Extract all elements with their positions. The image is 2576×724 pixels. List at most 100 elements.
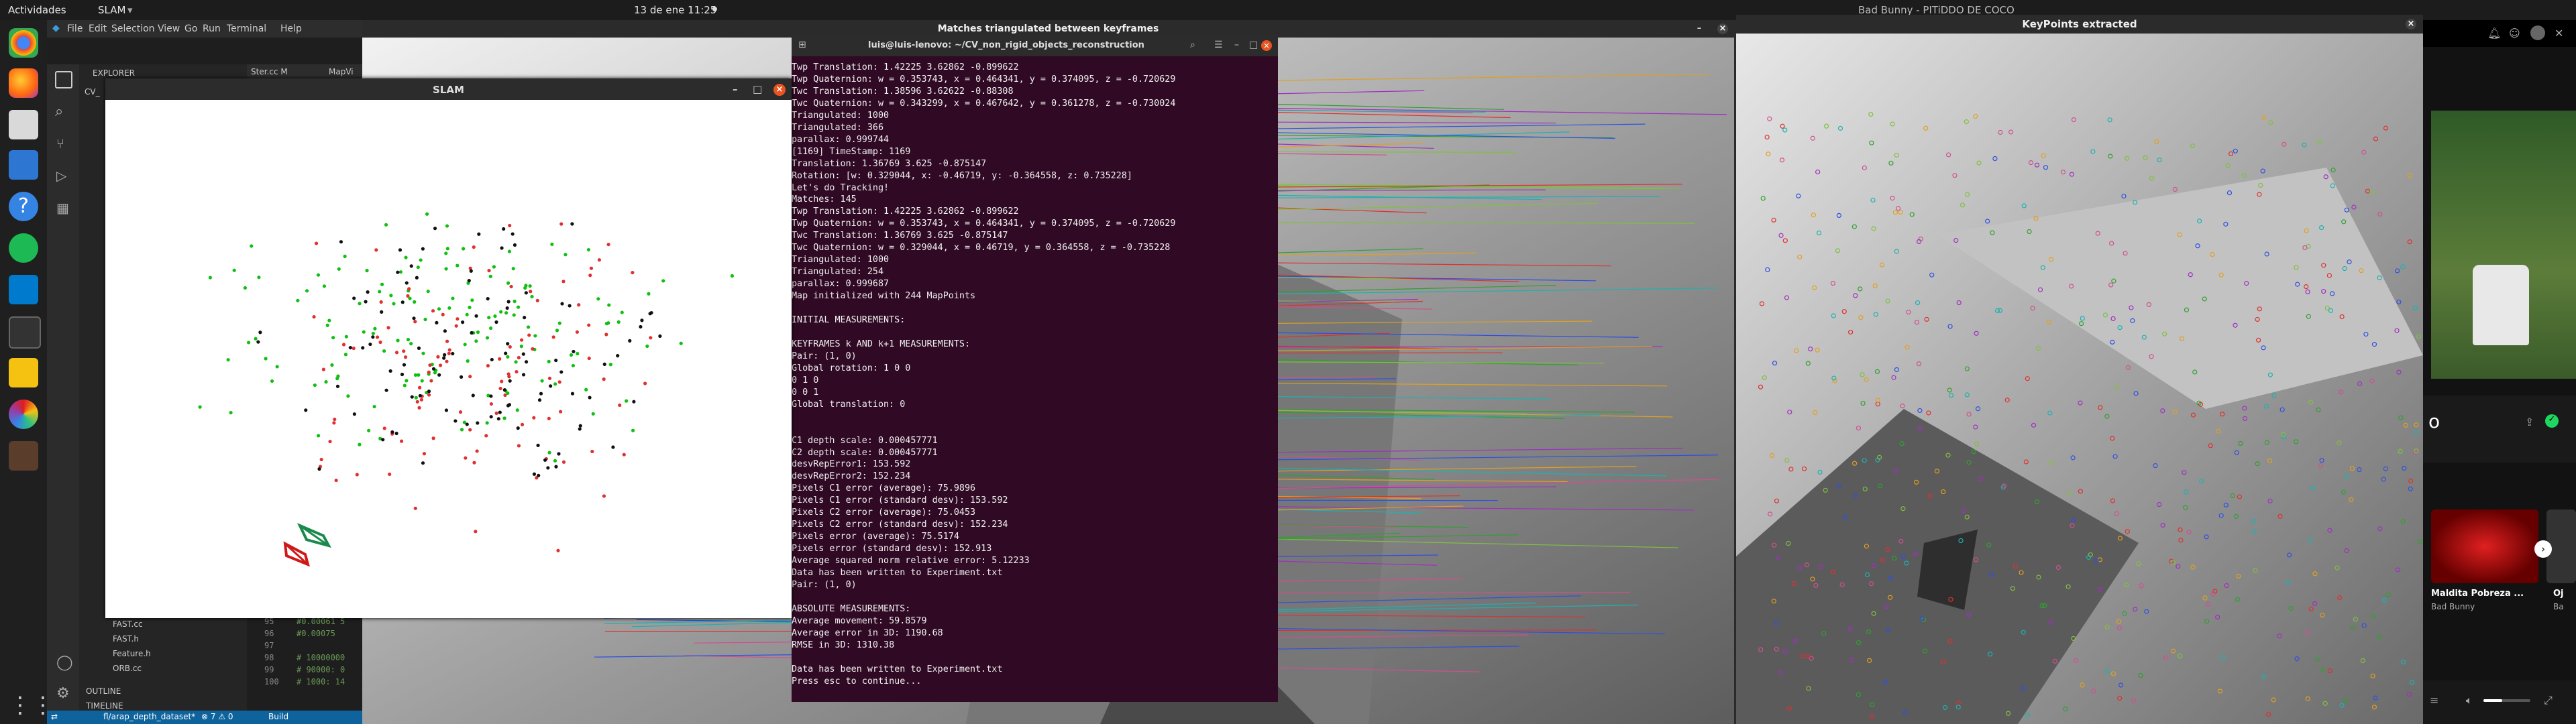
file-item[interactable]: ORB.cc: [113, 664, 142, 673]
map-viewer-canvas[interactable]: [105, 100, 792, 618]
fullscreen-icon[interactable]: ⤢: [2544, 694, 2553, 707]
map-point: [475, 449, 479, 453]
close-button[interactable]: ×: [1261, 40, 1272, 51]
writer-icon[interactable]: [9, 150, 38, 180]
clock[interactable]: 13 de ene 11:25: [634, 4, 716, 16]
map-point: [341, 343, 346, 347]
problems-count[interactable]: ⊗ 7 ⚠ 0: [201, 712, 233, 721]
new-tab-icon[interactable]: ⊞: [798, 40, 806, 50]
color-picker-icon[interactable]: [9, 400, 38, 429]
map-point: [423, 317, 427, 322]
spotify-icon[interactable]: [9, 233, 38, 263]
menu-edit[interactable]: Edit: [89, 23, 107, 34]
file-item[interactable]: FAST.cc: [113, 619, 143, 629]
close-button[interactable]: ×: [1717, 23, 1728, 34]
map-point: [371, 331, 375, 336]
close-icon[interactable]: ✕: [2555, 27, 2563, 40]
menu-run[interactable]: Run: [203, 23, 221, 34]
queue-icon[interactable]: ≡: [2430, 694, 2438, 707]
avatar[interactable]: [2530, 25, 2545, 40]
search-icon[interactable]: ⌕: [1190, 40, 1195, 50]
map-point: [498, 410, 502, 414]
maximize-button[interactable]: □: [753, 83, 762, 95]
map-point: [418, 385, 422, 389]
map-point: [433, 227, 437, 231]
album-title[interactable]: Maldita Pobreza ...: [2431, 589, 2524, 599]
menu-help[interactable]: Help: [280, 23, 302, 34]
map-point: [513, 243, 517, 247]
menu-terminal[interactable]: Terminal: [227, 23, 266, 34]
map-point: [643, 381, 647, 385]
project-root[interactable]: CV_: [85, 87, 100, 97]
explorer-icon[interactable]: [55, 71, 72, 88]
chevron-right-icon[interactable]: ›: [2534, 540, 2552, 558]
minimize-button[interactable]: –: [733, 83, 738, 95]
files-icon[interactable]: [9, 110, 38, 139]
map-point: [500, 379, 504, 383]
album-title[interactable]: Oj: [2553, 589, 2564, 599]
album-artist[interactable]: Bad Bunny: [2431, 602, 2475, 611]
code-editor[interactable]: 95 #0.00061 5 96 #0.00075 97 98 # 100000…: [247, 617, 362, 711]
terminal-output[interactable]: Twp Translation: 1.42225 3.62862 -0.8996…: [792, 62, 1278, 699]
search-icon[interactable]: ⌕: [55, 103, 63, 120]
friends-icon[interactable]: ☺: [2509, 27, 2520, 40]
timeline-section[interactable]: TIMELINE: [86, 701, 123, 711]
focused-app-menu[interactable]: SLAM: [98, 4, 125, 16]
map-point: [561, 280, 566, 284]
close-button[interactable]: ×: [2406, 19, 2416, 29]
remote-icon[interactable]: ⇄: [51, 712, 58, 721]
slam-window: SLAM – □ ×: [105, 78, 792, 618]
close-button[interactable]: ×: [773, 84, 786, 96]
editor-tab[interactable]: Ster.cc M: [251, 67, 288, 76]
bell-icon[interactable]: 🔔︎: [2487, 27, 2501, 40]
outline-section[interactable]: OUTLINE: [86, 686, 121, 696]
volume-slider[interactable]: [2483, 699, 2530, 702]
map-point: [243, 286, 248, 290]
volume-icon[interactable]: 🔈︎: [2466, 694, 2473, 707]
map-point: [526, 325, 531, 329]
activities-button[interactable]: Actividades: [8, 4, 66, 16]
map-point: [631, 271, 635, 275]
menu-icon[interactable]: ☰: [1214, 40, 1223, 50]
extensions-icon[interactable]: ▦: [56, 200, 69, 216]
album-artist[interactable]: Ba: [2553, 602, 2564, 611]
map-point: [368, 342, 372, 347]
map-point: [521, 352, 525, 356]
source-control-icon[interactable]: ⑂: [56, 135, 64, 152]
maximize-button[interactable]: □: [1249, 40, 1258, 50]
editor-tab[interactable]: MapVi: [329, 67, 354, 76]
minimize-button[interactable]: –: [1694, 23, 1705, 34]
map-point: [396, 339, 400, 343]
menu-file[interactable]: File: [67, 23, 83, 34]
menu-go[interactable]: Go: [184, 23, 197, 34]
map-point: [296, 298, 300, 302]
menu-view[interactable]: View: [158, 23, 180, 34]
terminal-icon[interactable]: [9, 316, 41, 349]
run-debug-icon[interactable]: ▷: [56, 168, 66, 184]
map-point: [511, 232, 515, 236]
show-apps-icon[interactable]: ⋮⋮: [9, 690, 54, 720]
check-icon[interactable]: ✓: [2545, 414, 2559, 428]
build-button[interactable]: Build: [268, 712, 288, 721]
image-viewer-icon[interactable]: [9, 441, 38, 471]
firefox-icon[interactable]: [9, 68, 38, 98]
vscode-icon[interactable]: [9, 275, 38, 304]
map-point: [394, 351, 399, 355]
file-item[interactable]: Feature.h: [113, 649, 151, 658]
file-item[interactable]: FAST.h: [113, 634, 139, 644]
share-icon[interactable]: ⇪: [2525, 416, 2534, 428]
git-branch[interactable]: fl/arap_depth_dataset*: [103, 712, 195, 721]
map-point: [578, 424, 582, 428]
account-icon[interactable]: ◯: [56, 654, 73, 671]
gear-icon[interactable]: ⚙: [56, 685, 70, 702]
album-cover[interactable]: [2431, 509, 2538, 583]
help-icon[interactable]: ?: [9, 192, 38, 221]
menu-selection[interactable]: Selection: [111, 23, 155, 34]
map-point: [597, 258, 601, 262]
window-title: Matches triangulated between keyframes: [937, 23, 1159, 34]
minimize-button[interactable]: –: [1234, 40, 1239, 50]
archive-icon[interactable]: [9, 358, 38, 387]
vscode-menubar: ◆ File Edit Selection View Go Run Termin…: [47, 20, 362, 38]
map-point: [487, 316, 491, 320]
chrome-icon[interactable]: [9, 28, 38, 58]
